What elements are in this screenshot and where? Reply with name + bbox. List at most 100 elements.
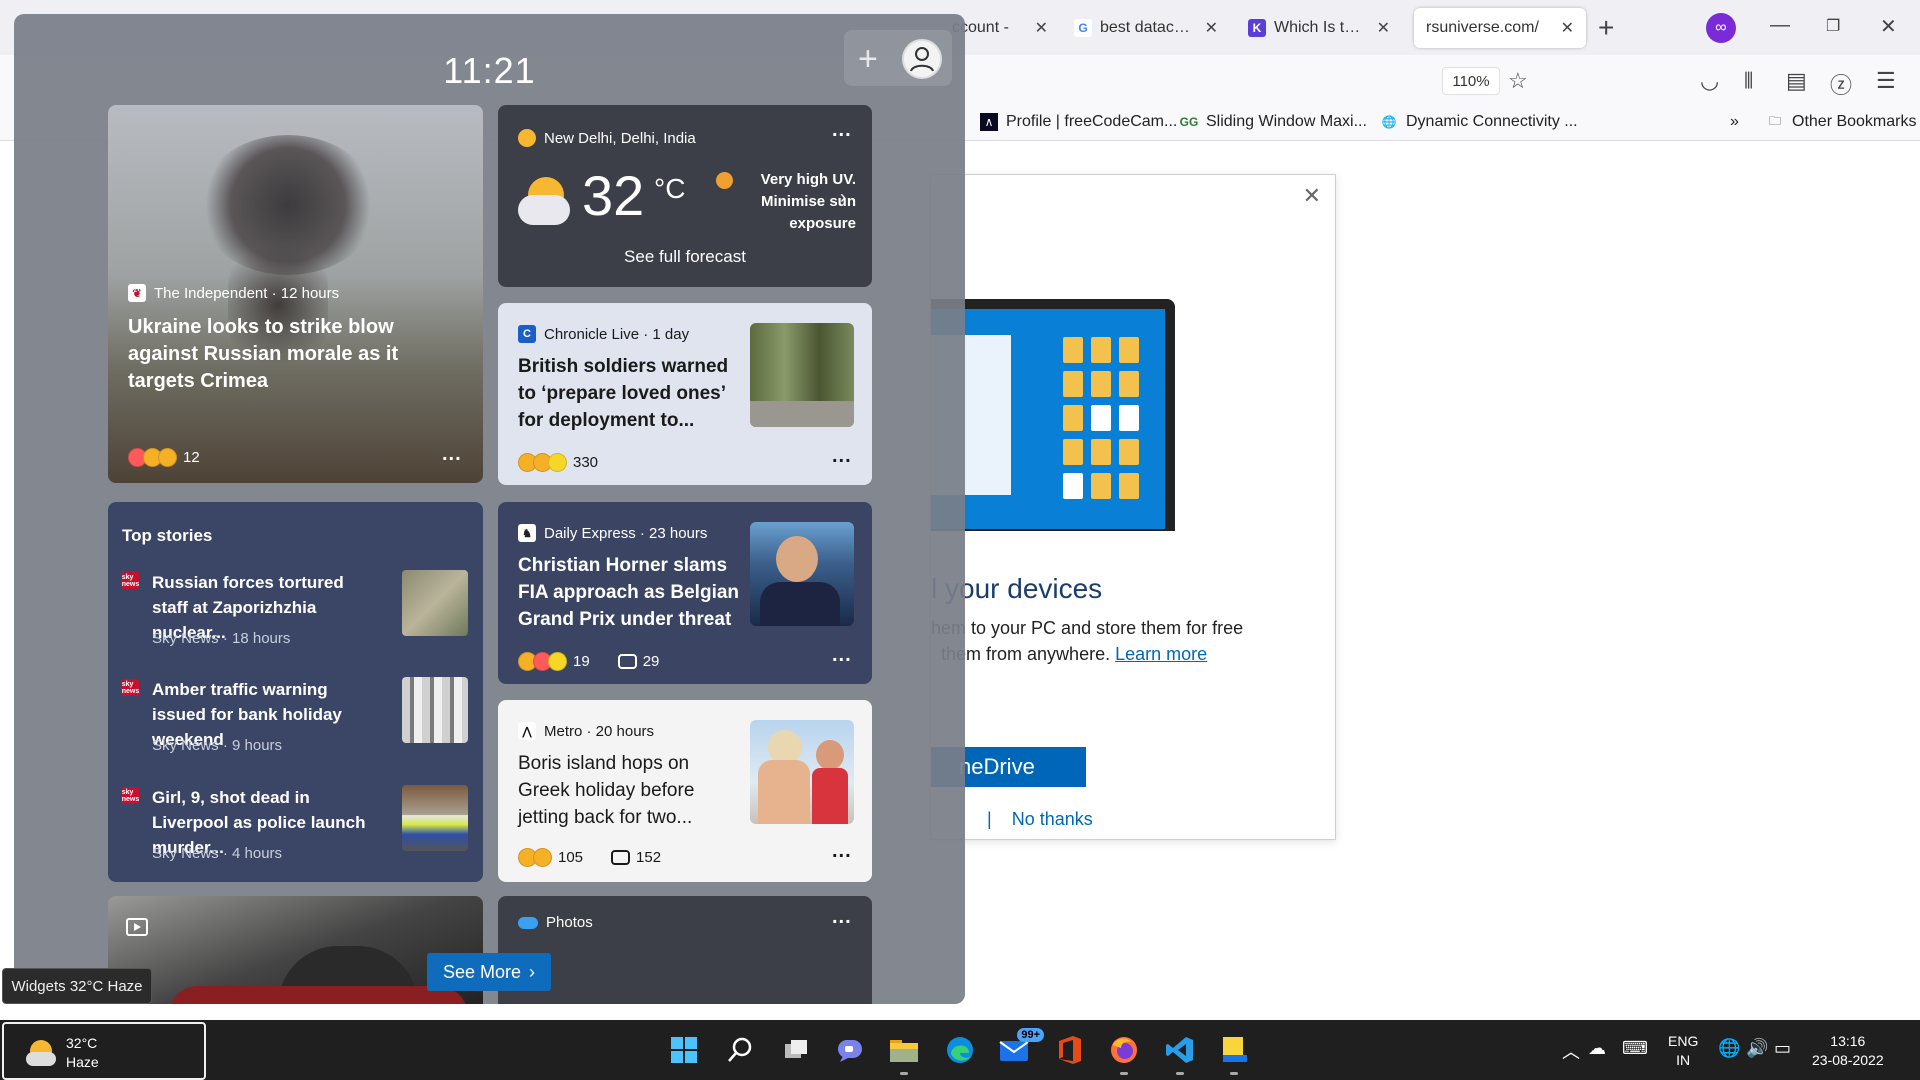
see-more-button[interactable]: See More › <box>427 953 551 991</box>
network-icon[interactable]: 🌐 <box>1718 1038 1740 1059</box>
reactions: 19 29 <box>518 652 659 671</box>
card-headline: Boris island hops on Greek holiday befor… <box>518 753 695 828</box>
see-full-forecast-link[interactable]: See full forecast <box>498 247 872 267</box>
google-icon: G <box>1074 19 1092 37</box>
story-thumbnail <box>402 570 468 636</box>
volume-icon[interactable]: 🔊 <box>1746 1038 1768 1059</box>
keyboard-icon[interactable]: ⌨ <box>1622 1038 1648 1059</box>
new-tab-button[interactable]: + <box>1598 12 1614 44</box>
sky-news-icon: sky news <box>121 787 140 804</box>
photos-card[interactable]: Photos ... <box>498 896 872 1004</box>
metro-icon: ⋀ <box>518 722 536 740</box>
soldiers-thumbnail <box>750 323 854 427</box>
photos-header: Photos <box>518 914 593 931</box>
card-source: ❦ The Independent · 12 hours <box>128 284 339 302</box>
file-explorer-icon[interactable] <box>888 1034 920 1075</box>
news-card-soldiers[interactable]: C Chronicle Live · 1 day British soldier… <box>498 303 872 485</box>
teams-chat-icon[interactable] <box>834 1034 866 1066</box>
other-bookmarks[interactable]: 🗀 Other Bookmarks <box>1766 113 1917 131</box>
taskbar: 32°C Haze 99+ ︿ ☁ ⌨ ENG IN 🌐 🔊 ▭ 13:16 2… <box>0 1020 1920 1080</box>
learn-more-link[interactable]: Learn more <box>1115 644 1207 664</box>
card-headline: Ukraine looks to strike blow against Rus… <box>128 316 399 392</box>
tab-which-is-best[interactable]: K Which Is the Be ✕ <box>1236 8 1402 48</box>
mail-icon[interactable]: 99+ <box>998 1028 1044 1066</box>
language-indicator[interactable]: ENG IN <box>1668 1032 1698 1070</box>
bookmarks-overflow-icon[interactable]: » <box>1730 113 1739 131</box>
more-options-icon[interactable]: ... <box>832 644 852 667</box>
uv-warning[interactable]: Very high UV. Minimise sun exposure <box>726 169 856 235</box>
news-card-ukraine[interactable]: ❦ The Independent · 12 hours Ukraine loo… <box>108 105 483 483</box>
comments[interactable]: 152 <box>611 849 661 866</box>
comments[interactable]: 29 <box>617 653 659 670</box>
more-options-icon[interactable]: ... <box>832 119 852 142</box>
top-story-item[interactable]: sky news Amber traffic warning issued fo… <box>122 677 472 757</box>
vscode-icon[interactable] <box>1164 1034 1196 1075</box>
tab-datacenter[interactable]: G best datacente ✕ <box>1062 8 1230 48</box>
no-thanks-link[interactable]: | No thanks <box>987 809 1093 830</box>
taskbar-clock[interactable]: 13:16 23-08-2022 <box>1812 1032 1884 1070</box>
bookmark-sliding-window[interactable]: GG Sliding Window Maxi... <box>1180 113 1367 131</box>
chevron-right-icon: › <box>840 187 846 207</box>
pocket-icon[interactable]: ◡ <box>1700 68 1719 94</box>
extension-icon[interactable]: ∞ <box>1706 13 1736 43</box>
bookmark-dynamic-connectivity[interactable]: 🌐 Dynamic Connectivity ... <box>1380 113 1578 131</box>
independent-icon: ❦ <box>128 284 146 302</box>
play-icon <box>126 918 148 936</box>
taskbar-weather-widget[interactable]: 32°C Haze <box>2 1022 206 1080</box>
zoom-indicator[interactable]: 110% <box>1442 67 1500 95</box>
chronicle-live-icon: C <box>518 325 536 343</box>
more-options-icon[interactable]: ... <box>832 906 852 929</box>
partly-sunny-icon <box>518 177 570 227</box>
restore-icon[interactable]: ❐ <box>1826 16 1840 36</box>
onedrive-cloud-icon[interactable]: ☁ <box>1588 1038 1606 1059</box>
reactions: 330 <box>518 453 598 472</box>
search-icon[interactable] <box>724 1034 756 1066</box>
thumbs-up-icon <box>158 448 177 467</box>
onedrive-description: hem to your PC and store them for free t… <box>931 618 1244 664</box>
minimize-icon[interactable]: — <box>1770 14 1790 37</box>
library-icon[interactable]: ⫴ <box>1744 68 1753 94</box>
reactions: 12 <box>128 448 200 467</box>
top-stories-title: Top stories <box>122 526 213 545</box>
news-card-boris[interactable]: ⋀ Metro · 20 hours Boris island hops on … <box>498 700 872 882</box>
news-card-horner[interactable]: ♞ Daily Express · 23 hours Christian Hor… <box>498 502 872 684</box>
close-icon[interactable]: ✕ <box>1205 18 1218 38</box>
card-source: C Chronicle Live · 1 day <box>518 325 689 343</box>
battery-icon[interactable]: ▭ <box>1774 1038 1791 1059</box>
office-icon[interactable] <box>1054 1034 1086 1066</box>
widgets-panel: 11:21 + ❦ The Independent · 12 hours Ukr… <box>14 14 965 1004</box>
close-icon[interactable]: ✕ <box>1303 183 1321 209</box>
weather-location: New Delhi, Delhi, India <box>518 129 696 147</box>
bookmark-freecodecamp[interactable]: ∧ Profile | freeCodeCam... <box>980 113 1177 131</box>
person-icon <box>910 47 934 72</box>
show-hidden-icons-icon[interactable]: ︿ <box>1562 1038 1580 1064</box>
card-source: ♞ Daily Express · 23 hours <box>518 524 707 542</box>
top-story-item[interactable]: sky news Russian forces tortured staff a… <box>122 570 472 650</box>
tab-rsuniverse[interactable]: rsuniverse.com/ ✕ <box>1414 8 1586 48</box>
firefox-icon[interactable] <box>1108 1034 1140 1075</box>
start-icon[interactable] <box>668 1034 700 1066</box>
k-icon: K <box>1248 19 1266 37</box>
profile-avatar[interactable] <box>902 39 942 79</box>
profile-icon[interactable]: ⓩ <box>1830 68 1852 100</box>
top-stories-card: Top stories sky news Russian forces tort… <box>108 502 483 882</box>
sidebar-icon[interactable]: ▤ <box>1786 68 1807 94</box>
close-icon[interactable]: ✕ <box>1561 18 1574 38</box>
sticky-notes-icon[interactable] <box>1218 1034 1250 1075</box>
add-widget-button[interactable]: + <box>858 40 878 79</box>
window-close-icon[interactable]: ✕ <box>1880 14 1897 39</box>
edge-icon[interactable] <box>944 1034 976 1066</box>
weather-small-icon <box>518 129 536 147</box>
task-view-icon[interactable] <box>780 1034 812 1066</box>
close-icon[interactable]: ✕ <box>1035 18 1048 38</box>
menu-icon[interactable]: ☰ <box>1876 68 1896 94</box>
more-options-icon[interactable]: ... <box>832 445 852 468</box>
more-options-icon[interactable]: ... <box>442 443 462 466</box>
close-icon[interactable]: ✕ <box>1377 18 1390 38</box>
bookmark-star-icon[interactable]: ☆ <box>1508 68 1528 94</box>
more-options-icon[interactable]: ... <box>832 840 852 863</box>
weather-card[interactable]: New Delhi, Delhi, India ... 32 °C Very h… <box>498 105 872 287</box>
top-story-item[interactable]: sky news Girl, 9, shot dead in Liverpool… <box>122 785 472 865</box>
chevron-right-icon: › <box>529 961 536 982</box>
laptop-illustration <box>931 299 1175 531</box>
